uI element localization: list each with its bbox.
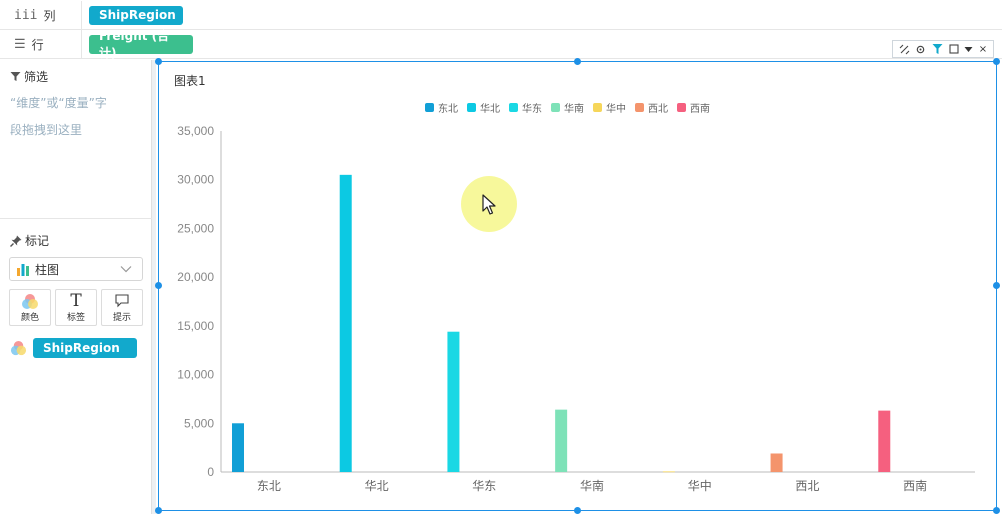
rows-shelf-header: ☰ 行: [0, 30, 82, 58]
x-tick-label: 华北: [365, 479, 389, 493]
legend-label: 华南: [564, 104, 584, 115]
rows-shelf-label: 行: [31, 37, 44, 52]
close-icon[interactable]: ×: [979, 44, 987, 55]
color-icon: [22, 294, 38, 309]
legend-label: 华中: [606, 104, 626, 115]
legend-swatch: [593, 103, 602, 112]
y-tick-label: 0: [207, 465, 214, 479]
x-tick-label: 华中: [688, 478, 712, 493]
x-tick-label: 华南: [580, 478, 604, 493]
rows-icon: ☰: [14, 36, 26, 52]
y-tick-label: 5,000: [184, 416, 214, 430]
panel-divider: [0, 218, 152, 219]
columns-shelf-header: iii 列: [0, 1, 82, 29]
x-tick-label: 华东: [472, 479, 496, 493]
color-button[interactable]: 颜色: [9, 289, 51, 326]
rows-shelf: ☰ 行 Freight (合计): [0, 29, 1002, 60]
mouse-pointer-icon: [482, 194, 496, 215]
legend-item[interactable]: 西南: [677, 100, 710, 115]
legend-label: 华北: [480, 104, 500, 115]
tooltip-button[interactable]: 提示: [101, 289, 143, 326]
marks-section-title: 标记: [10, 232, 49, 249]
bar: [232, 423, 244, 472]
legend-label: 华东: [522, 104, 542, 115]
resize-handle-bottom-right[interactable]: [993, 507, 1000, 514]
mark-property-buttons: 颜色 T 标签 提示: [9, 289, 143, 326]
y-tick-label: 10,000: [177, 368, 214, 382]
chevron-down-icon: [120, 266, 132, 273]
y-tick-label: 20,000: [177, 270, 214, 284]
resize-handle-bottom-center[interactable]: [574, 507, 581, 514]
legend-item[interactable]: 华北: [467, 100, 500, 115]
resize-handle-top-left[interactable]: [155, 58, 162, 65]
legend-label: 西南: [690, 104, 710, 115]
legend-item[interactable]: 东北: [425, 100, 458, 115]
columns-shelf: iii 列 ShipRegion: [0, 1, 1002, 30]
x-tick-label: 西北: [795, 479, 819, 493]
y-tick-label: 15,000: [177, 319, 214, 333]
filter-section-title: 筛选: [10, 68, 48, 85]
x-tick-label: 东北: [257, 479, 281, 493]
text-icon: T: [70, 291, 82, 311]
rows-field-pill[interactable]: Freight (合计): [89, 29, 193, 60]
y-tick-label: 30,000: [177, 173, 214, 187]
chart-type-select[interactable]: 柱图: [9, 257, 143, 281]
speech-bubble-icon: [115, 294, 129, 308]
legend-swatch: [677, 103, 686, 112]
pin-icon: [10, 235, 22, 247]
columns-field-pill[interactable]: ShipRegion: [89, 5, 183, 25]
filter-icon: [10, 72, 21, 81]
funnel-icon[interactable]: [932, 43, 943, 55]
filter-hint-line2: 段拖拽到这里: [10, 123, 83, 137]
legend-swatch: [635, 103, 644, 112]
label-button[interactable]: T 标签: [55, 289, 97, 326]
columns-shelf-label: 列: [43, 8, 56, 23]
bar-chart-plot: 0 5,000 10,000 15,000 20,000 25,000 30,000 35,0…: [177, 124, 975, 493]
legend-label: 东北: [438, 104, 458, 115]
y-tick-label: 35,000: [177, 124, 214, 138]
color-encoding-row: ShipRegion: [10, 338, 137, 358]
legend-swatch: [551, 103, 560, 112]
chart-toolbar: ×: [892, 40, 994, 58]
gear-icon[interactable]: [915, 44, 926, 55]
bar: [878, 410, 891, 472]
y-tick-label: 25,000: [177, 221, 214, 235]
marks-title-text: 标记: [25, 234, 50, 248]
bar: [770, 453, 783, 472]
color-encoding-icon: [10, 340, 27, 355]
filter-title-text: 筛选: [24, 70, 49, 84]
legend-swatch: [509, 103, 518, 112]
legend-swatch: [467, 103, 476, 112]
filter-drop-zone[interactable]: “维度”或“度量”字 段拖拽到这里: [10, 90, 140, 144]
filter-hint-line1: “维度”或“度量”字: [10, 96, 107, 110]
resize-handle-top-center[interactable]: [574, 58, 581, 65]
chart-title: 图表1: [174, 74, 206, 88]
x-tick-label: 西南: [903, 478, 927, 493]
color-button-label: 颜色: [20, 313, 39, 323]
legend-swatch: [425, 103, 434, 112]
legend-item[interactable]: 西北: [635, 100, 668, 115]
label-button-label: 标签: [66, 313, 85, 323]
unlink-icon[interactable]: [899, 44, 910, 55]
bar: [339, 174, 352, 472]
chart-type-value: 柱图: [35, 262, 60, 277]
legend-label: 西北: [648, 104, 668, 115]
color-field-pill[interactable]: ShipRegion: [33, 338, 137, 358]
columns-icon: iii: [14, 7, 38, 23]
left-panel: 筛选 “维度”或“度量”字 段拖拽到这里 标记 柱图 颜色 T 标签 提示 Sh…: [0, 60, 152, 514]
legend-item[interactable]: 华南: [551, 100, 584, 115]
tooltip-button-label: 提示: [112, 313, 131, 323]
resize-handle-bottom-left[interactable]: [155, 507, 162, 514]
caret-down-icon[interactable]: [964, 45, 973, 54]
legend-item[interactable]: 华中: [593, 100, 626, 115]
bar: [555, 409, 568, 472]
resize-handle-top-right[interactable]: [993, 58, 1000, 65]
resize-handle-middle-right[interactable]: [993, 282, 1000, 289]
bar: [662, 471, 675, 473]
maximize-icon[interactable]: [949, 44, 959, 54]
chart-legend: 东北 华北 华东 华南 华中 西北 西南: [425, 100, 719, 115]
bar-chart-icon: [17, 264, 29, 276]
bar: [447, 331, 460, 472]
legend-item[interactable]: 华东: [509, 100, 542, 115]
